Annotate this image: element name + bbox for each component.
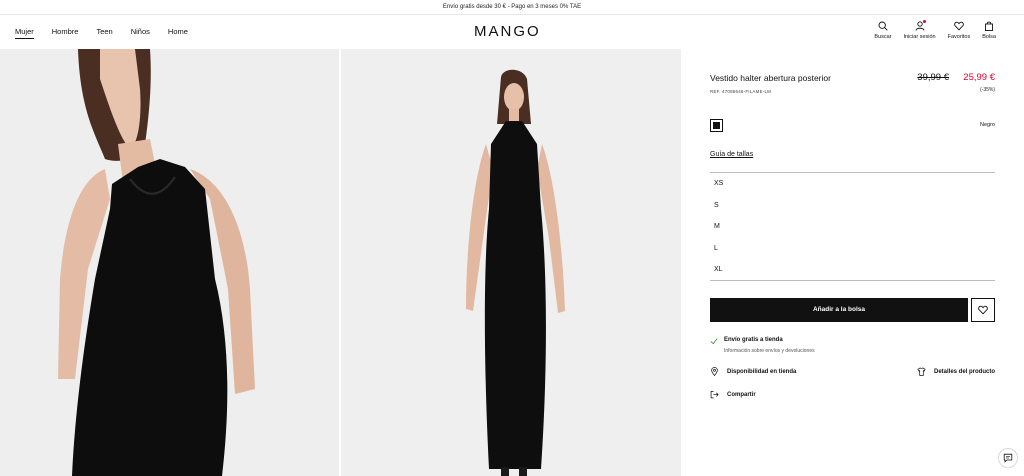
size-option-s[interactable]: S bbox=[710, 195, 995, 217]
main-nav: Mujer Hombre Teen Niños Home bbox=[15, 27, 206, 39]
nav-item-hombre[interactable]: Hombre bbox=[52, 27, 79, 39]
shipping-info: Envío gratis a tienda Información sobre … bbox=[710, 337, 995, 354]
favorites-button[interactable]: Favoritos bbox=[947, 21, 971, 40]
location-pin-icon bbox=[711, 367, 718, 376]
original-price: 39,99 € bbox=[917, 72, 949, 83]
model-closeup-illustration bbox=[0, 49, 339, 476]
availability-label: Disponibilidad en tienda bbox=[727, 368, 797, 375]
nav-item-teen[interactable]: Teen bbox=[96, 27, 112, 39]
heart-icon bbox=[978, 305, 988, 315]
bag-label: Bolsa bbox=[982, 34, 996, 40]
add-favorite-button[interactable] bbox=[971, 298, 995, 322]
size-list: XS S M L XL bbox=[710, 172, 995, 281]
search-button[interactable]: Buscar bbox=[874, 21, 892, 40]
add-to-bag-button[interactable]: Añadir a la bolsa bbox=[710, 298, 968, 322]
discount-badge: (-35%) bbox=[979, 87, 995, 93]
size-option-m[interactable]: M bbox=[710, 216, 995, 238]
model-fullbody-illustration bbox=[341, 49, 681, 476]
product-panel: Vestido halter abertura posterior REF. 4… bbox=[710, 49, 995, 476]
sale-price: 25,99 € bbox=[963, 72, 995, 83]
shirt-icon bbox=[917, 367, 926, 376]
share-icon bbox=[710, 390, 719, 399]
search-icon bbox=[878, 21, 888, 31]
selected-color-label: Negro bbox=[980, 122, 995, 128]
product-details-button[interactable]: Detalles del producto bbox=[917, 367, 995, 376]
heart-icon bbox=[954, 21, 964, 31]
shipping-title: Envío gratis a tienda bbox=[724, 337, 783, 343]
login-label: Iniciar sesión bbox=[903, 34, 936, 40]
product-photo-closeup[interactable] bbox=[0, 49, 339, 476]
product-photo-fullbody[interactable] bbox=[341, 49, 681, 476]
product-title: Vestido halter abertura posterior bbox=[710, 73, 831, 83]
chat-icon bbox=[1003, 453, 1013, 463]
size-option-xs[interactable]: XS bbox=[710, 173, 995, 195]
nav-item-home[interactable]: Home bbox=[168, 27, 188, 39]
swatch-fill bbox=[713, 122, 720, 129]
header: Mujer Hombre Teen Niños Home MANGO Busca… bbox=[0, 15, 1024, 49]
bag-button[interactable]: Bolsa bbox=[982, 21, 996, 40]
check-icon bbox=[710, 338, 718, 345]
bag-icon bbox=[985, 21, 994, 31]
shipping-info-link[interactable]: Información sobre envíos y devoluciones bbox=[724, 348, 815, 354]
brand-logo[interactable]: MANGO bbox=[474, 23, 541, 40]
size-guide-link[interactable]: Guía de tallas bbox=[710, 151, 753, 158]
nav-item-ninos[interactable]: Niños bbox=[131, 27, 150, 39]
size-option-xl[interactable]: XL bbox=[710, 259, 995, 281]
search-label: Buscar bbox=[874, 34, 892, 40]
notification-dot bbox=[922, 20, 926, 23]
chat-button[interactable] bbox=[998, 448, 1018, 468]
details-label: Detalles del producto bbox=[933, 368, 995, 375]
share-button[interactable]: Compartir bbox=[710, 390, 756, 399]
size-option-l[interactable]: L bbox=[710, 238, 995, 260]
login-button[interactable]: Iniciar sesión bbox=[903, 20, 936, 40]
favorites-label: Favoritos bbox=[947, 34, 971, 40]
header-tools: Buscar Iniciar sesión Favoritos Bolsa bbox=[862, 20, 996, 40]
product-gallery bbox=[0, 49, 681, 476]
promo-banner[interactable]: Envío gratis desde 30 € - Pago en 3 mese… bbox=[0, 0, 1024, 15]
color-swatch-negro[interactable] bbox=[710, 119, 723, 132]
share-label: Compartir bbox=[727, 391, 756, 398]
store-availability-button[interactable]: Disponibilidad en tienda bbox=[710, 367, 796, 376]
nav-item-mujer[interactable]: Mujer bbox=[15, 27, 34, 39]
product-ref: REF. 47088646-FILAME-LM bbox=[710, 89, 772, 94]
